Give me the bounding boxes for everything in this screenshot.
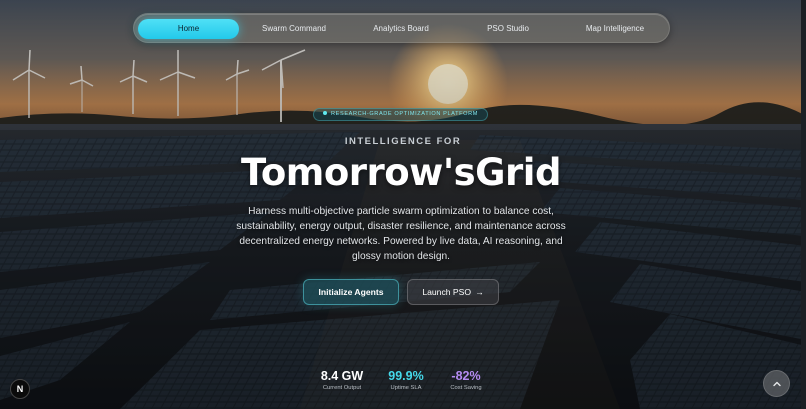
- stat-uptime: 99.9% Uptime SLA: [380, 369, 432, 393]
- launch-pso-button[interactable]: Launch PSO →: [407, 279, 499, 305]
- n-logo-button[interactable]: N: [10, 379, 30, 399]
- launch-pso-label: Launch PSO: [422, 287, 472, 297]
- nav-item-map-intelligence[interactable]: Map Intelligence: [565, 19, 665, 39]
- stat-value: 8.4 GW: [320, 369, 364, 383]
- arrow-right-icon: →: [475, 287, 484, 297]
- platform-badge-label: RESEARCH-GRADE OPTIMIZATION PLATFORM: [331, 111, 478, 117]
- stat-value: -82%: [451, 369, 481, 383]
- nav-item-home[interactable]: Home: [138, 19, 239, 39]
- stat-value: 99.9%: [388, 369, 424, 383]
- initialize-agents-button[interactable]: Initialize Agents: [303, 279, 399, 305]
- nav-item-analytics-board[interactable]: Analytics Board: [352, 19, 450, 39]
- stat-current-output: 8.4 GW Current Output: [313, 369, 371, 393]
- chevron-up-icon: [773, 381, 781, 387]
- status-dot-icon: [323, 110, 328, 115]
- stat-label: Uptime SLA: [390, 385, 422, 391]
- nav-item-pso-studio[interactable]: PSO Studio: [460, 19, 556, 39]
- initialize-agents-label: Initialize Agents: [318, 287, 384, 297]
- stat-cost-saving: -82% Cost Saving: [442, 369, 490, 393]
- stat-label: Cost Saving: [450, 385, 482, 391]
- platform-badge: RESEARCH-GRADE OPTIMIZATION PLATFORM: [313, 108, 488, 121]
- nav-item-swarm-command[interactable]: Swarm Command: [246, 19, 342, 39]
- hero-description: Harness multi-objective particle swarm o…: [236, 206, 566, 262]
- stat-label: Current Output: [322, 385, 362, 391]
- top-nav: Home Swarm Command Analytics Board PSO S…: [133, 13, 670, 43]
- scroll-to-top-button[interactable]: [763, 370, 790, 397]
- hero-eyebrow: INTELLIGENCE FOR: [344, 136, 462, 147]
- window-edge: [801, 0, 806, 409]
- hero-stage: Home Swarm Command Analytics Board PSO S…: [0, 0, 806, 409]
- hero-headline: Tomorrow'sGrid: [241, 151, 561, 194]
